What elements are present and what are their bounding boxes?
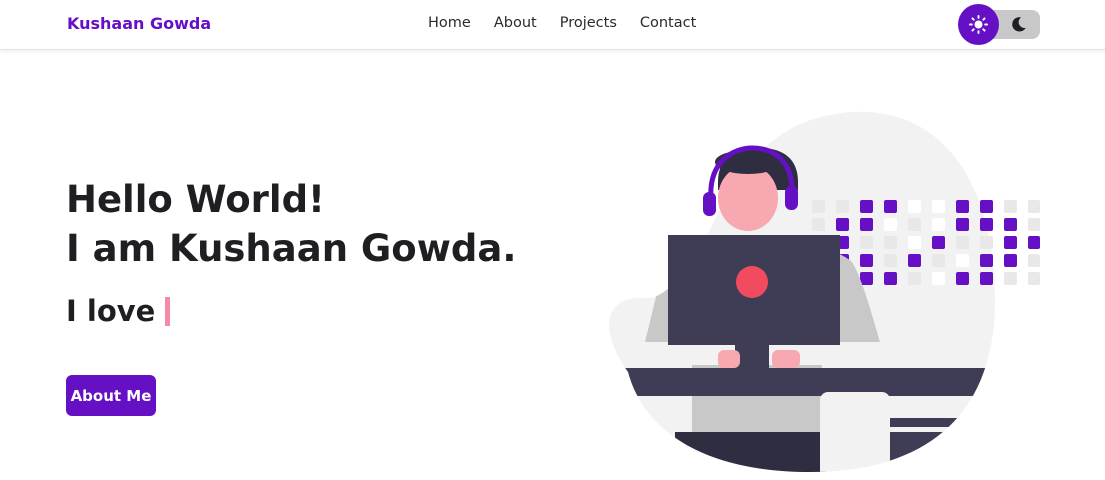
hand-right [772, 350, 800, 368]
nav-link-contact[interactable]: Contact [640, 15, 696, 31]
brand-link[interactable]: Kushaan Gowda [67, 14, 211, 33]
hand-left [718, 350, 740, 368]
hero-name: I am Kushaan Gowda. [66, 227, 517, 270]
hero-heading: Hello World! I am Kushaan Gowda. [66, 175, 516, 273]
about-me-button[interactable]: About Me [66, 375, 156, 416]
nav-links: Home About Projects Contact [428, 15, 719, 31]
typing-cursor [165, 296, 171, 326]
desk-shelf [890, 418, 995, 427]
chair [820, 392, 890, 473]
hero-greeting: Hello World! [66, 178, 325, 221]
desk [609, 368, 995, 396]
desk-legs [675, 432, 825, 473]
navbar: Kushaan Gowda Home About Projects Contac… [0, 0, 1105, 50]
hero-illustration [609, 111, 1040, 473]
theme-toggle[interactable] [958, 4, 1040, 45]
moon-icon [1012, 17, 1026, 32]
monitor-logo [736, 266, 768, 298]
love-prefix: I love [66, 294, 156, 328]
nav-link-home[interactable]: Home [428, 15, 471, 31]
nav-link-about[interactable]: About [494, 15, 537, 31]
monitor-stand [735, 342, 769, 372]
sun-icon [969, 15, 988, 34]
nav-link-projects[interactable]: Projects [560, 15, 617, 31]
hero-love-line: I love [66, 294, 171, 328]
desk-shelf-lower [890, 432, 995, 473]
